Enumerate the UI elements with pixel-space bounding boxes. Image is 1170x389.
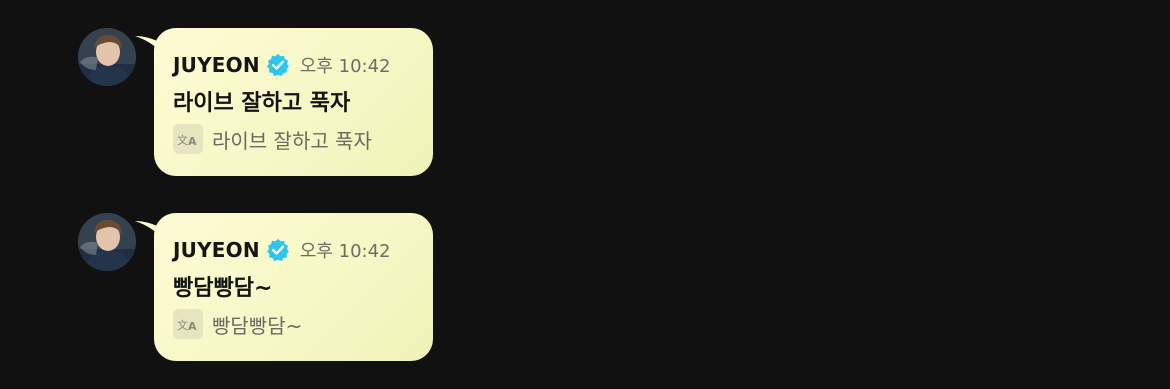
avatar-photo — [78, 213, 136, 271]
chat-message: JUYEON 오후 10:42 라이브 잘하고 푹자 文 A 라이브 잘하고 푹… — [78, 28, 438, 178]
svg-text:文: 文 — [177, 318, 188, 332]
avatar[interactable] — [78, 213, 136, 271]
message-timestamp: 오후 10:42 — [299, 56, 391, 77]
translated-text: 빵담빵담~ — [212, 313, 303, 338]
translation-row: 文 A 빵담빵담~ — [173, 309, 302, 339]
message-header: JUYEON 오후 10:42 — [173, 235, 391, 265]
message-bubble[interactable]: JUYEON 오후 10:42 빵담빵담~ 文 A 빵담빵담~ — [154, 213, 433, 361]
chat-message: JUYEON 오후 10:42 빵담빵담~ 文 A 빵담빵담~ — [78, 213, 438, 363]
svg-text:A: A — [188, 320, 197, 333]
svg-text:A: A — [188, 135, 197, 148]
message-header: JUYEON 오후 10:42 — [173, 50, 391, 80]
sender-name: JUYEON — [173, 238, 260, 262]
avatar[interactable] — [78, 28, 136, 86]
translation-row: 文 A 라이브 잘하고 푹자 — [173, 124, 372, 154]
sender-name: JUYEON — [173, 53, 260, 77]
message-timestamp: 오후 10:42 — [299, 241, 391, 262]
svg-text:文: 文 — [177, 133, 188, 147]
avatar-photo — [78, 28, 136, 86]
verified-badge-icon — [266, 53, 290, 77]
message-text: 빵담빵담~ — [173, 276, 273, 301]
translated-text: 라이브 잘하고 푹자 — [212, 128, 372, 153]
verified-badge-icon — [266, 238, 290, 262]
message-text: 라이브 잘하고 푹자 — [173, 91, 351, 116]
translate-icon[interactable]: 文 A — [173, 309, 203, 339]
translate-icon[interactable]: 文 A — [173, 124, 203, 154]
message-bubble[interactable]: JUYEON 오후 10:42 라이브 잘하고 푹자 文 A 라이브 잘하고 푹… — [154, 28, 433, 176]
